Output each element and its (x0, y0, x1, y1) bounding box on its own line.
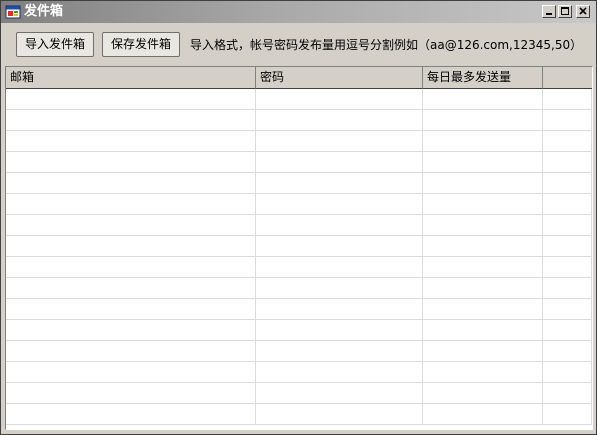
cell-daily-max[interactable] (423, 152, 543, 172)
cell-email[interactable] (6, 194, 256, 214)
cell-daily-max[interactable] (423, 110, 543, 130)
table-row[interactable] (6, 194, 592, 215)
cell-daily-max[interactable] (423, 362, 543, 382)
cell-password[interactable] (256, 362, 423, 382)
cell-daily-max[interactable] (423, 215, 543, 235)
cell-filler (543, 152, 592, 172)
cell-password[interactable] (256, 341, 423, 361)
cell-filler (543, 215, 592, 235)
outbox-grid[interactable]: 邮箱 密码 每日最多发送量 (5, 66, 593, 430)
close-icon (579, 7, 587, 15)
cell-password[interactable] (256, 236, 423, 256)
app-window-icon (5, 4, 21, 20)
save-outbox-button[interactable]: 保存发件箱 (102, 32, 180, 57)
cell-email[interactable] (6, 341, 256, 361)
table-row[interactable] (6, 89, 592, 110)
cell-email[interactable] (6, 89, 256, 109)
table-row[interactable] (6, 215, 592, 236)
cell-email[interactable] (6, 257, 256, 277)
table-row[interactable] (6, 257, 592, 278)
table-row[interactable] (6, 236, 592, 257)
table-row[interactable] (6, 362, 592, 383)
table-row[interactable] (6, 320, 592, 341)
main-window: 发件箱 导入发件箱 保存发件箱 导入格式，帐号密码发布量用逗号分割例如（aa@1… (0, 0, 597, 435)
import-format-hint: 导入格式，帐号密码发布量用逗号分割例如（aa@126.com,12345,50） (190, 38, 583, 52)
cell-filler (543, 194, 592, 214)
table-row[interactable] (6, 383, 592, 404)
cell-filler (543, 320, 592, 340)
close-button[interactable] (576, 5, 590, 18)
cell-daily-max[interactable] (423, 236, 543, 256)
cell-email[interactable] (6, 362, 256, 382)
minimize-icon (546, 13, 552, 15)
cell-daily-max[interactable] (423, 278, 543, 298)
cell-daily-max[interactable] (423, 299, 543, 319)
cell-password[interactable] (256, 320, 423, 340)
cell-email[interactable] (6, 299, 256, 319)
column-header-daily-max[interactable]: 每日最多发送量 (423, 67, 543, 89)
table-row[interactable] (6, 299, 592, 320)
table-row[interactable] (6, 278, 592, 299)
table-row[interactable] (6, 131, 592, 152)
cell-daily-max[interactable] (423, 194, 543, 214)
cell-password[interactable] (256, 110, 423, 130)
cell-filler (543, 383, 592, 403)
cell-daily-max[interactable] (423, 257, 543, 277)
cell-filler (543, 110, 592, 130)
import-outbox-button[interactable]: 导入发件箱 (16, 32, 94, 57)
cell-password[interactable] (256, 299, 423, 319)
cell-email[interactable] (6, 404, 256, 424)
cell-password[interactable] (256, 383, 423, 403)
cell-filler (543, 236, 592, 256)
cell-email[interactable] (6, 278, 256, 298)
column-header-email[interactable]: 邮箱 (6, 67, 256, 89)
cell-daily-max[interactable] (423, 404, 543, 424)
cell-password[interactable] (256, 173, 423, 193)
cell-filler (543, 131, 592, 151)
cell-email[interactable] (6, 152, 256, 172)
cell-filler (543, 299, 592, 319)
maximize-button[interactable] (558, 5, 572, 18)
table-row[interactable] (6, 173, 592, 194)
cell-email[interactable] (6, 383, 256, 403)
cell-password[interactable] (256, 194, 423, 214)
table-row[interactable] (6, 404, 592, 425)
table-row[interactable] (6, 341, 592, 362)
table-row[interactable] (6, 110, 592, 131)
cell-filler (543, 89, 592, 109)
cell-email[interactable] (6, 110, 256, 130)
cell-email[interactable] (6, 320, 256, 340)
cell-email[interactable] (6, 215, 256, 235)
table-row[interactable] (6, 152, 592, 173)
title-bar[interactable]: 发件箱 (1, 1, 596, 23)
cell-daily-max[interactable] (423, 131, 543, 151)
cell-password[interactable] (256, 278, 423, 298)
cell-filler (543, 278, 592, 298)
cell-password[interactable] (256, 131, 423, 151)
cell-password[interactable] (256, 404, 423, 424)
cell-daily-max[interactable] (423, 89, 543, 109)
cell-filler (543, 341, 592, 361)
cell-daily-max[interactable] (423, 320, 543, 340)
cell-password[interactable] (256, 89, 423, 109)
cell-password[interactable] (256, 152, 423, 172)
column-header-password[interactable]: 密码 (256, 67, 423, 89)
cell-filler (543, 404, 592, 424)
cell-filler (543, 173, 592, 193)
window-title: 发件箱 (24, 4, 64, 19)
cell-daily-max[interactable] (423, 341, 543, 361)
cell-email[interactable] (6, 131, 256, 151)
maximize-icon (561, 7, 569, 15)
column-header-filler (543, 67, 592, 89)
cell-email[interactable] (6, 236, 256, 256)
cell-filler (543, 362, 592, 382)
cell-password[interactable] (256, 215, 423, 235)
cell-daily-max[interactable] (423, 383, 543, 403)
minimize-button[interactable] (542, 5, 556, 18)
cell-daily-max[interactable] (423, 173, 543, 193)
cell-password[interactable] (256, 257, 423, 277)
cell-filler (543, 257, 592, 277)
cell-email[interactable] (6, 173, 256, 193)
